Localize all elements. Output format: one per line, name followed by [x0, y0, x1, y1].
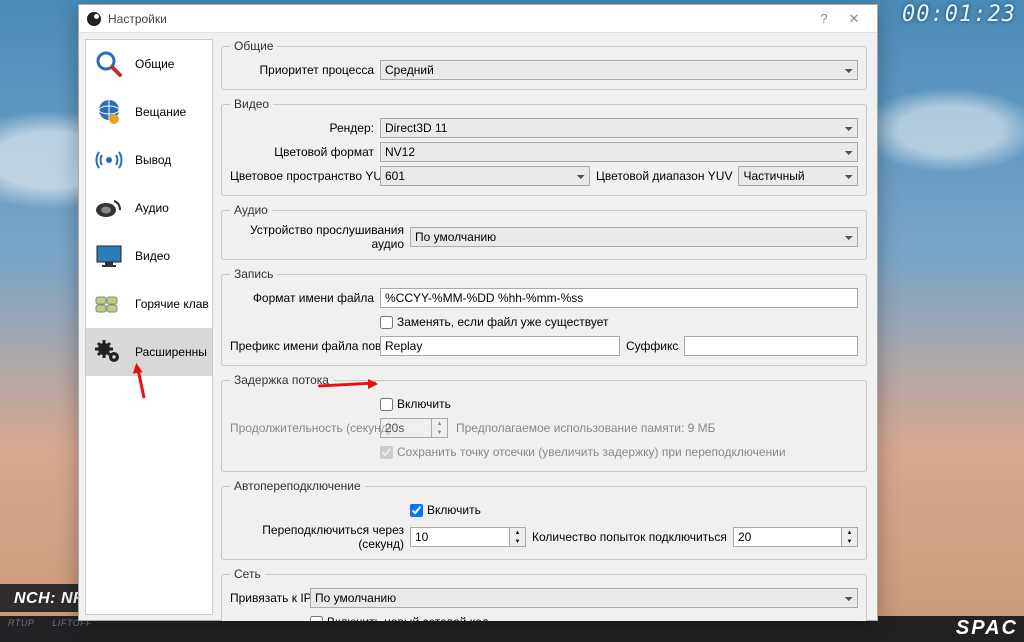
- sidebar-item-label: Вещание: [135, 105, 186, 119]
- delay-memory-label: Предполагаемое использование памяти: 9 М…: [448, 421, 716, 435]
- sidebar-item-label: Аудио: [135, 201, 169, 215]
- sidebar-item-label: Горячие клав: [135, 297, 209, 311]
- retry-delay-label: Переподключиться через (секунд): [230, 523, 410, 551]
- new-netcode-label: Включить новый сетевой код: [327, 615, 489, 621]
- reconnect-enable-label: Включить: [427, 503, 481, 517]
- group-reconnect: Автопереподключение Включить Переподключ…: [221, 479, 867, 560]
- replay-prefix-label: Префикс имени файла повтора: [230, 339, 380, 353]
- app-icon: [87, 12, 101, 26]
- spinner-down-icon[interactable]: ▼: [842, 537, 857, 546]
- sidebar: Общие Вещание Вывод Аудио Видео Горячие …: [85, 39, 213, 615]
- group-network: Сеть Привязать к IP По умолчанию Включит…: [221, 567, 867, 621]
- reconnect-enable-checkbox[interactable]: [410, 504, 423, 517]
- window-title: Настройки: [108, 12, 167, 26]
- sidebar-item-general[interactable]: Общие: [86, 40, 212, 88]
- group-general: Общие Приоритет процесса Средний: [221, 39, 867, 90]
- gears-icon: [91, 336, 127, 368]
- sidebar-item-advanced[interactable]: Расширенны: [86, 328, 212, 376]
- new-netcode-checkbox[interactable]: [310, 616, 323, 622]
- priority-label: Приоритет процесса: [230, 63, 380, 77]
- content-panel: Общие Приоритет процесса Средний Видео Р…: [217, 33, 877, 621]
- filename-format-label: Формат имени файла: [230, 291, 380, 305]
- overwrite-label: Заменять, если файл уже существует: [397, 315, 609, 329]
- audio-device-select[interactable]: По умолчанию: [410, 227, 858, 247]
- delay-duration-label: Продолжительность (секунд): [230, 421, 380, 435]
- sidebar-item-label: Вывод: [135, 153, 171, 167]
- spinner-up-icon[interactable]: ▲: [510, 528, 525, 537]
- delay-duration-spinner[interactable]: ▲▼: [380, 418, 448, 438]
- preserve-cutoff-checkbox: [380, 446, 393, 459]
- group-audio: Аудио Устройство прослушивания аудио По …: [221, 203, 867, 260]
- broadcast-icon: [91, 144, 127, 176]
- yuv-space-label: Цветовое пространство YUV: [230, 169, 380, 183]
- replay-suffix-label: Суффикс: [620, 339, 684, 353]
- delay-duration-input[interactable]: [380, 418, 432, 438]
- replay-suffix-input[interactable]: [684, 336, 858, 356]
- monitor-icon: [91, 240, 127, 272]
- delay-enable-label: Включить: [397, 397, 451, 411]
- renderer-label: Рендер:: [230, 121, 380, 135]
- group-legend: Автопереподключение: [230, 479, 365, 493]
- overwrite-checkbox[interactable]: [380, 316, 393, 329]
- group-legend: Видео: [230, 97, 273, 111]
- help-button[interactable]: ?: [809, 11, 839, 26]
- retry-delay-spinner[interactable]: ▲▼: [410, 527, 526, 547]
- bind-ip-label: Привязать к IP: [230, 591, 310, 605]
- max-retries-label: Количество попыток подключиться: [526, 530, 733, 544]
- priority-select[interactable]: Средний: [380, 60, 858, 80]
- group-legend: Задержка потока: [230, 373, 333, 387]
- yuv-range-select[interactable]: Частичный: [738, 166, 858, 186]
- sidebar-item-output[interactable]: Вывод: [86, 136, 212, 184]
- timeline-item: RTUP: [8, 618, 34, 628]
- color-format-select[interactable]: NV12: [380, 142, 858, 162]
- max-retries-spinner[interactable]: ▲▼: [733, 527, 858, 547]
- sidebar-item-label: Общие: [135, 57, 174, 71]
- delay-enable-checkbox[interactable]: [380, 398, 393, 411]
- retry-delay-input[interactable]: [410, 527, 510, 547]
- sidebar-item-stream[interactable]: Вещание: [86, 88, 212, 136]
- yuv-space-select[interactable]: 601: [380, 166, 590, 186]
- group-legend: Запись: [230, 267, 277, 281]
- sidebar-item-video[interactable]: Видео: [86, 232, 212, 280]
- brand-text: SPAC: [956, 617, 1018, 640]
- spinner-up-icon[interactable]: ▲: [432, 419, 447, 428]
- settings-dialog: Настройки ? ✕ Общие Вещание Вывод Аудио: [78, 4, 878, 621]
- preserve-cutoff-label: Сохранить точку отсечки (увеличить задер…: [397, 445, 786, 459]
- sidebar-item-label: Видео: [135, 249, 170, 263]
- sidebar-item-hotkeys[interactable]: Горячие клав: [86, 280, 212, 328]
- group-legend: Общие: [230, 39, 277, 53]
- bind-ip-select[interactable]: По умолчанию: [310, 588, 858, 608]
- close-button[interactable]: ✕: [839, 11, 869, 27]
- group-legend: Сеть: [230, 567, 265, 581]
- sidebar-item-audio[interactable]: Аудио: [86, 184, 212, 232]
- max-retries-input[interactable]: [733, 527, 842, 547]
- spinner-down-icon[interactable]: ▼: [432, 428, 447, 437]
- group-stream-delay: Задержка потока Включить Продолжительнос…: [221, 373, 867, 472]
- audio-device-label: Устройство прослушивания аудио: [230, 223, 410, 251]
- replay-prefix-input[interactable]: [380, 336, 620, 356]
- renderer-select[interactable]: Direct3D 11: [380, 118, 858, 138]
- speaker-icon: [91, 192, 127, 224]
- group-video: Видео Рендер: Direct3D 11 Цветовой форма…: [221, 97, 867, 196]
- magnifier-icon: [91, 48, 127, 80]
- keyboard-icon: [91, 288, 127, 320]
- filename-format-input[interactable]: [380, 288, 858, 308]
- sidebar-item-label: Расширенны: [135, 345, 207, 359]
- yuv-range-label: Цветовой диапазон YUV: [590, 169, 738, 183]
- spinner-up-icon[interactable]: ▲: [842, 528, 857, 537]
- group-recording: Запись Формат имени файла Заменять, если…: [221, 267, 867, 366]
- group-legend: Аудио: [230, 203, 272, 217]
- globe-icon: [91, 96, 127, 128]
- color-format-label: Цветовой формат: [230, 145, 380, 159]
- timer-display: 00:01:23: [902, 2, 1016, 27]
- titlebar[interactable]: Настройки ? ✕: [79, 5, 877, 33]
- spinner-down-icon[interactable]: ▼: [510, 537, 525, 546]
